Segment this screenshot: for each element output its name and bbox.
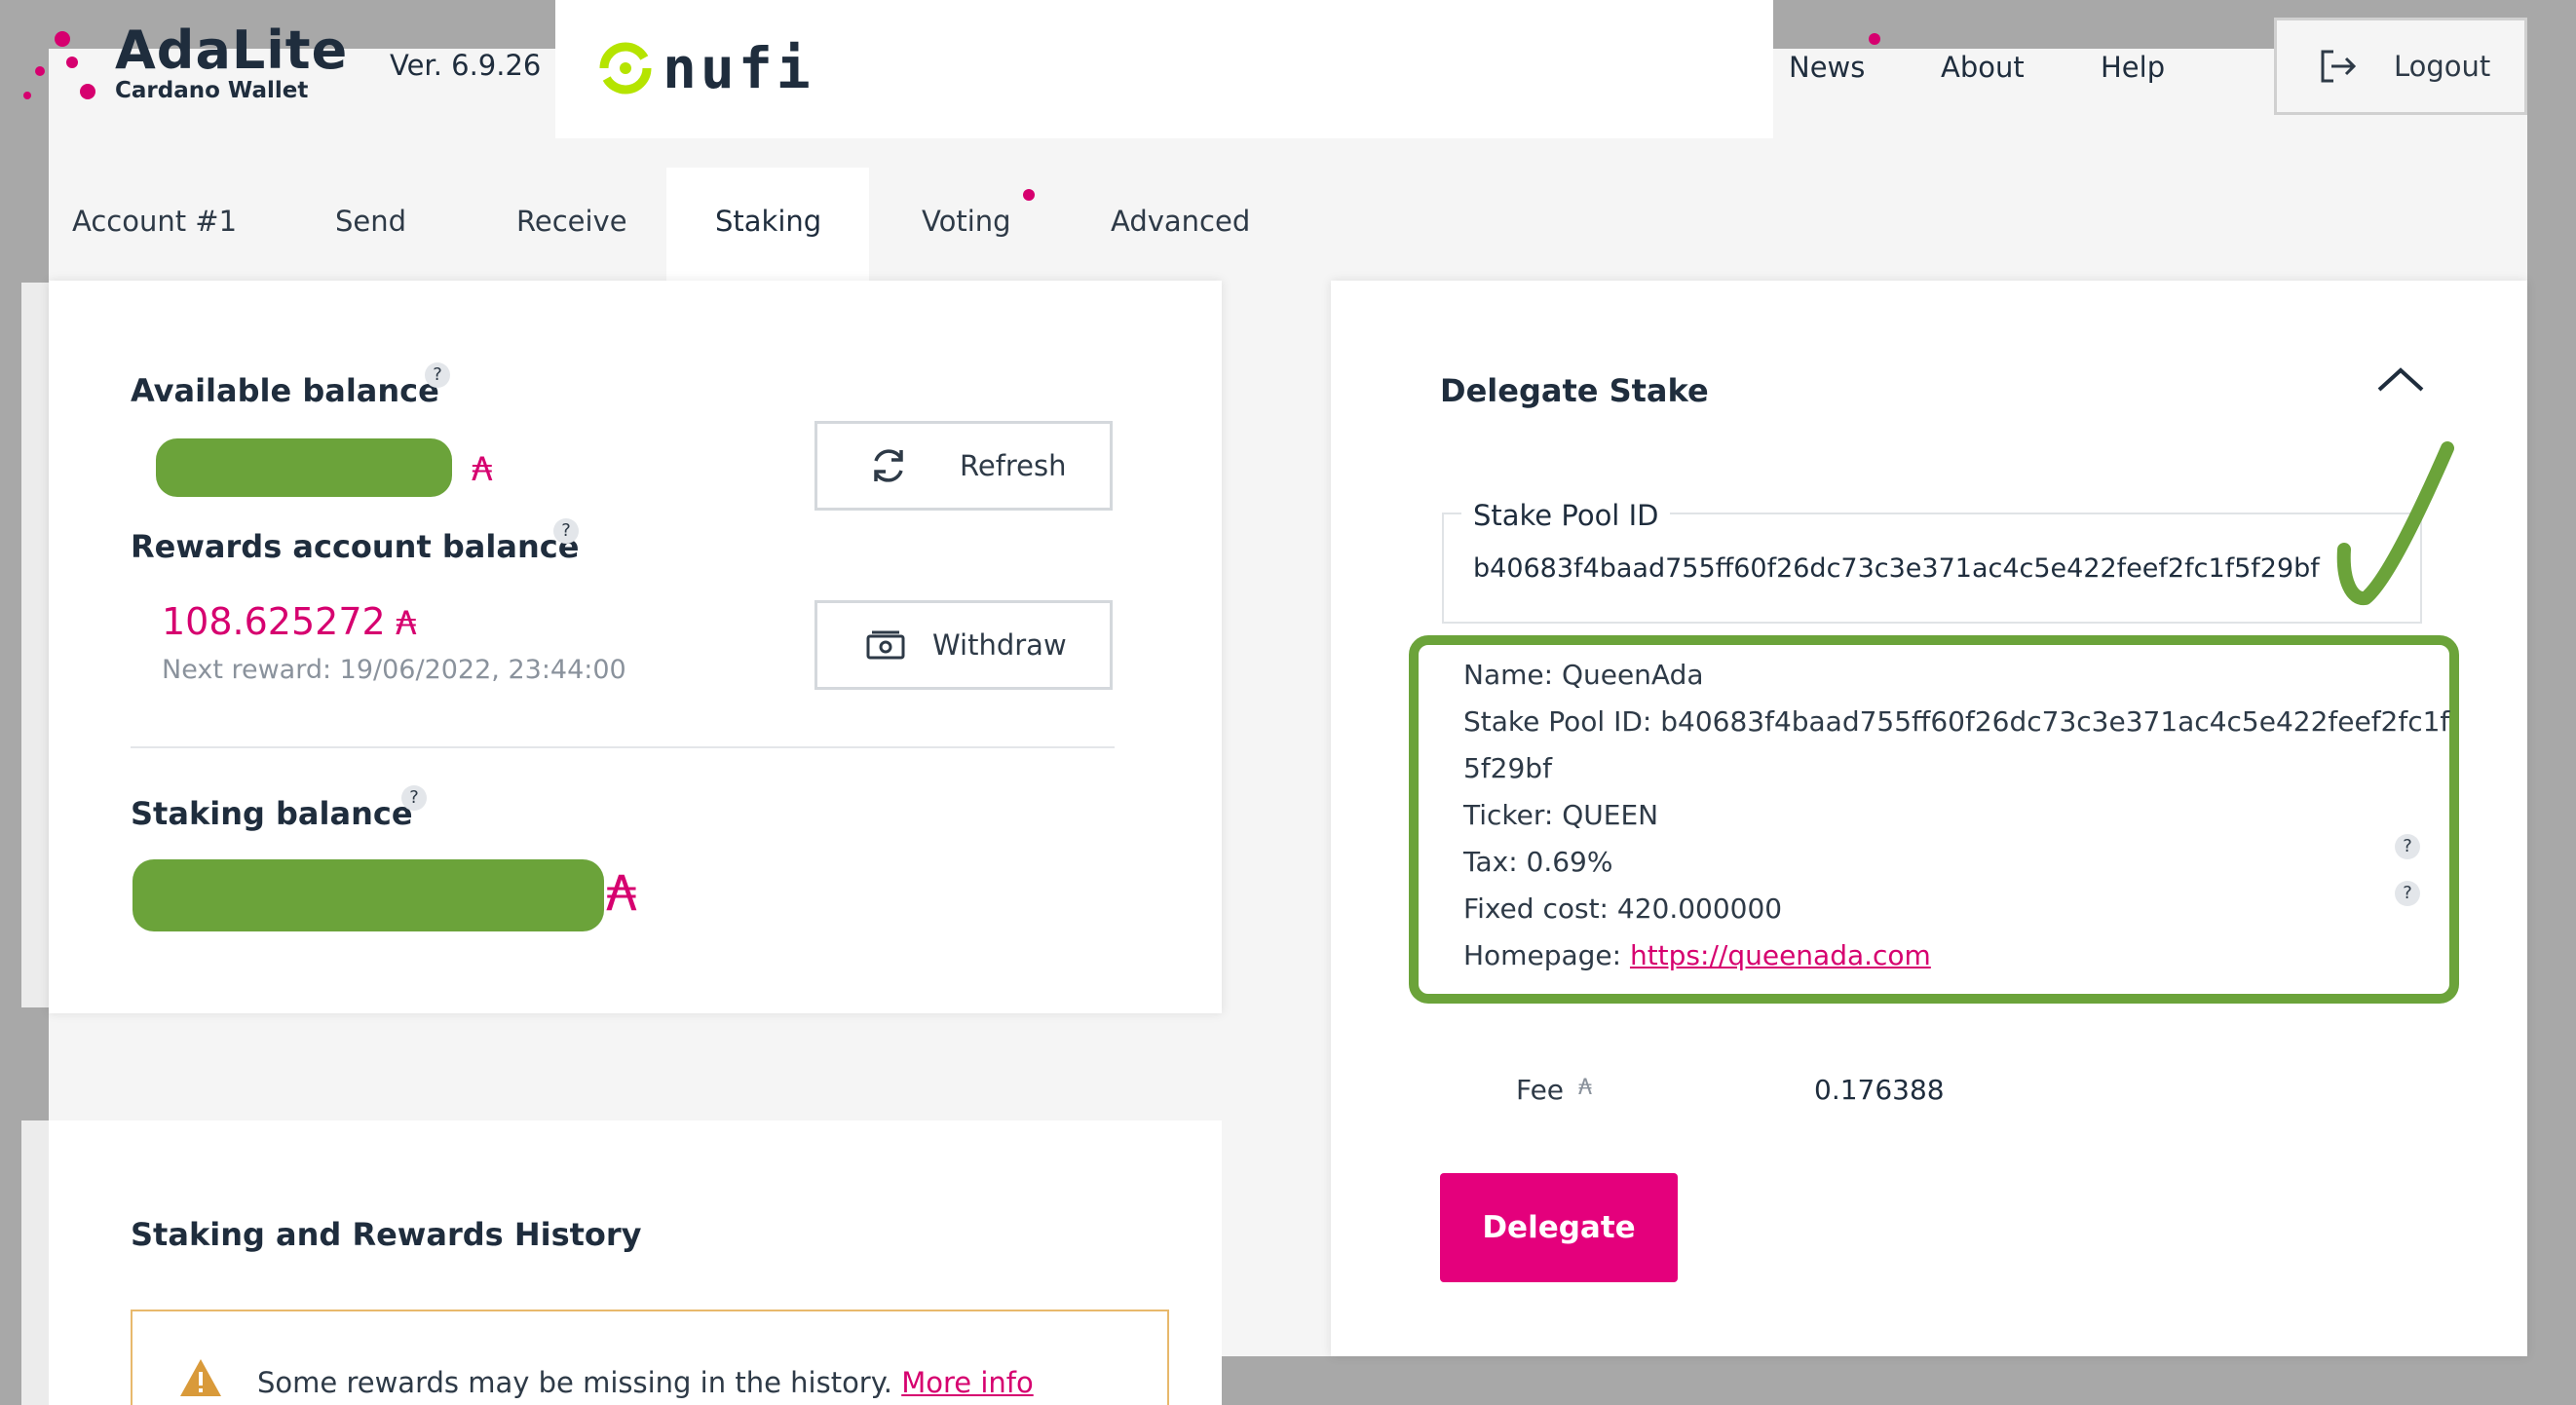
stake-pool-id-value: b40683f4baad755ff60f26dc73c3e371ac4c5e42… xyxy=(1473,553,2320,584)
tab-voting[interactable]: Voting xyxy=(922,205,1011,238)
rewards-ada-icon: ₳ xyxy=(396,604,417,643)
stake-pool-id-label: Stake Pool ID xyxy=(1461,499,1671,532)
history-shadow-strip xyxy=(21,1120,51,1405)
fee-ada-icon: ₳ xyxy=(1578,1076,1592,1100)
nufi-logo-icon xyxy=(599,42,652,95)
tab-send[interactable]: Send xyxy=(335,205,406,238)
pool-homepage: Homepage: https://queenada.com xyxy=(1463,939,1931,971)
tab-advanced[interactable]: Advanced xyxy=(1111,205,1250,238)
app-subtitle: Cardano Wallet xyxy=(115,78,309,103)
available-balance-help-icon[interactable]: ? xyxy=(425,362,450,388)
staking-ada-icon: ₳ xyxy=(606,865,637,922)
adalite-logo-icon xyxy=(18,27,95,105)
fixed-cost-help-icon[interactable]: ? xyxy=(2395,881,2420,906)
staking-balance-label: Staking balance xyxy=(131,795,413,832)
available-balance-label: Available balance xyxy=(131,372,439,409)
pool-ticker: Ticker: QUEEN xyxy=(1463,799,1659,831)
tab-receive[interactable]: Receive xyxy=(516,205,627,238)
refresh-label: Refresh xyxy=(960,449,1067,482)
nav-help[interactable]: Help xyxy=(2101,51,2165,84)
tab-account[interactable]: Account #1 xyxy=(72,205,237,238)
withdraw-label: Withdraw xyxy=(932,628,1067,662)
nav-about[interactable]: About xyxy=(1941,51,2025,84)
pool-id-line-1: Stake Pool ID: b40683f4baad755ff60f26dc7… xyxy=(1463,705,2450,738)
logout-button[interactable]: Logout xyxy=(2274,18,2527,115)
available-balance-redacted xyxy=(156,438,452,497)
app-version: Ver. 6.9.26 xyxy=(390,49,542,82)
history-warning-text: Some rewards may be missing in the histo… xyxy=(257,1366,1034,1399)
refresh-icon xyxy=(874,449,903,482)
partner-logo-text: nufi xyxy=(663,35,814,101)
delegate-title: Delegate Stake xyxy=(1440,372,1709,409)
checkmark-icon xyxy=(2336,441,2454,606)
logout-icon xyxy=(2321,50,2357,83)
withdraw-button[interactable]: Withdraw xyxy=(814,600,1113,690)
nav-news[interactable]: News xyxy=(1789,51,1865,84)
chevron-up-icon[interactable] xyxy=(2375,364,2426,396)
warning-icon xyxy=(180,1359,221,1396)
pool-fixed-cost: Fixed cost: 420.000000 xyxy=(1463,892,1783,925)
pool-name: Name: QueenAda xyxy=(1463,659,1704,691)
tax-help-icon[interactable]: ? xyxy=(2395,834,2420,859)
staking-balance-redacted xyxy=(133,859,604,931)
fee-value: 0.176388 xyxy=(1814,1074,1945,1106)
pool-homepage-link[interactable]: https://queenada.com xyxy=(1630,939,1931,971)
pool-id-line-2: 5f29bf xyxy=(1463,752,1552,784)
next-reward-date: Next reward: 19/06/2022, 23:44:00 xyxy=(162,655,626,685)
history-warning-message: Some rewards may be missing in the histo… xyxy=(257,1366,902,1399)
voting-indicator-dot xyxy=(1023,189,1035,201)
rewards-balance-help-icon[interactable]: ? xyxy=(553,518,579,544)
delegate-button[interactable]: Delegate xyxy=(1440,1173,1678,1282)
tab-staking[interactable]: Staking xyxy=(715,205,821,238)
staking-balance-help-icon[interactable]: ? xyxy=(401,785,427,811)
rewards-balance-label: Rewards account balance xyxy=(131,528,580,565)
withdraw-icon xyxy=(866,630,905,660)
news-indicator-dot xyxy=(1869,33,1880,45)
pool-tax: Tax: 0.69% xyxy=(1463,846,1613,878)
pool-homepage-label: Homepage: xyxy=(1463,939,1630,971)
history-title: Staking and Rewards History xyxy=(131,1216,642,1253)
logout-label: Logout xyxy=(2394,50,2491,83)
balance-divider xyxy=(131,746,1115,748)
available-balance-ada-icon: ₳ xyxy=(472,450,493,489)
app-title: AdaLite xyxy=(115,19,349,81)
fee-label: Fee xyxy=(1516,1074,1565,1106)
card-shadow-strip xyxy=(21,283,51,1007)
rewards-balance-value: 108.625272 xyxy=(162,600,386,643)
refresh-button[interactable]: Refresh xyxy=(814,421,1113,511)
more-info-link[interactable]: More info xyxy=(901,1366,1034,1399)
